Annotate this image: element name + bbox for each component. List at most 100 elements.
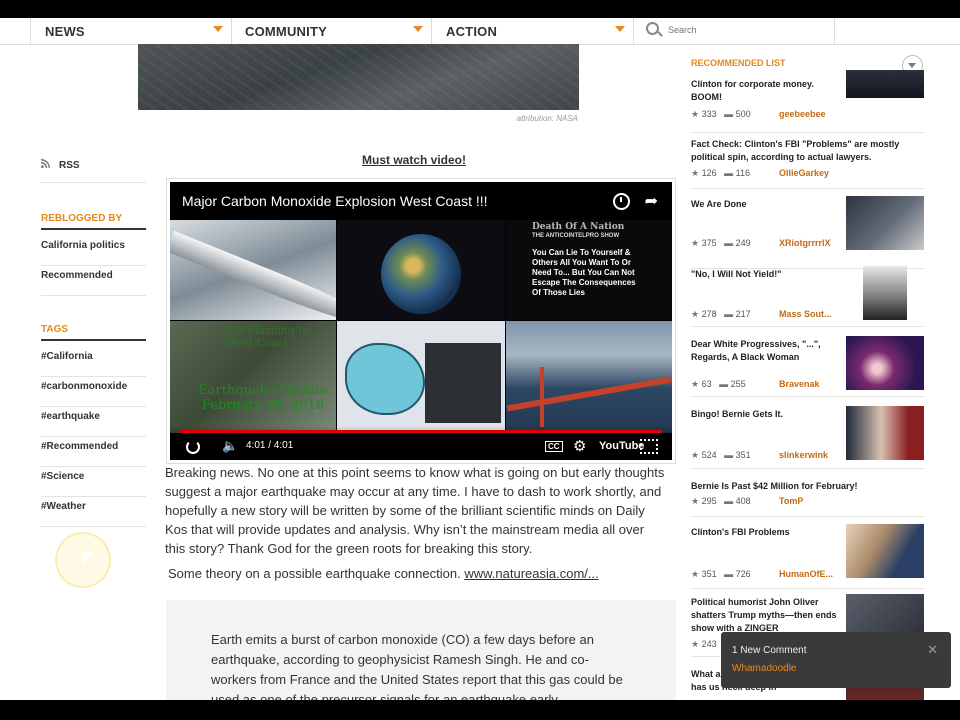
comment-count: 116 — [735, 168, 751, 178]
must-watch-link[interactable]: Must watch video! — [362, 153, 466, 167]
rec-author[interactable]: XRiotgrrrrlX — [779, 238, 831, 248]
rec-thumb — [863, 266, 907, 320]
blockquote: Earth emits a burst of carbon monoxide (… — [166, 600, 676, 700]
video-thumb-golden-gate — [506, 321, 672, 433]
comment-count: 500 — [735, 109, 751, 119]
rec-count: 243 — [701, 639, 717, 649]
image-attribution: attribution: NASA — [516, 114, 578, 123]
rec-count: 295 — [701, 496, 717, 506]
tag-link[interactable]: #Weather — [41, 496, 146, 527]
rec-title[interactable]: Fact Check: Clinton's FBI "Problems" are… — [691, 138, 921, 164]
rec-author[interactable]: geebeebee — [779, 109, 826, 119]
reblogged-item[interactable]: Recommended — [41, 265, 146, 296]
video-thumb-map — [337, 321, 505, 433]
close-icon[interactable]: ✕ — [927, 642, 938, 658]
youtube-logo[interactable]: YouTube — [599, 440, 644, 452]
video-title[interactable]: Major Carbon Monoxide Explosion West Coa… — [182, 193, 488, 209]
article-paragraph-source: Some theory on a possible earthquake con… — [168, 564, 668, 583]
tag-link[interactable]: #carbonmonoxide — [41, 376, 146, 407]
rec-count: 126 — [701, 168, 717, 178]
rec-count: 524 — [701, 450, 717, 460]
rec-author[interactable]: HumanOfE... — [779, 569, 833, 579]
source-link[interactable]: www.natureasia.com/... — [464, 566, 598, 581]
rec-author[interactable]: Bravenak — [779, 379, 820, 389]
volume-icon[interactable]: 🔈 — [222, 438, 238, 454]
rec-title[interactable]: Bernie Is Past $42 Million for February! — [691, 480, 921, 493]
rec-list-item[interactable]: Bernie Is Past $42 Million for February!… — [691, 478, 924, 517]
toast-author[interactable]: Whamadoodle — [732, 663, 796, 674]
comment-icon: ▬ — [719, 379, 729, 389]
video-embed[interactable]: Death Of A Nation THE ANTICOINTELPRO SHO… — [166, 178, 676, 464]
rec-list-item[interactable]: "No, I Will Not Yield!" ★ 278 ▬ 217 Mass… — [691, 266, 924, 327]
comment-count: 249 — [735, 238, 751, 248]
rss-icon — [40, 159, 50, 170]
video-thumb-death-of-a-nation: Death Of A Nation THE ANTICOINTELPRO SHO… — [506, 220, 672, 320]
tag-link[interactable]: #earthquake — [41, 406, 146, 437]
rec-list-item[interactable]: Clinton's FBI Problems ★ 351 ▬ 726 Human… — [691, 524, 924, 589]
chevron-down-icon — [413, 26, 423, 32]
comment-icon: ▬ — [724, 496, 734, 506]
search-icon[interactable] — [646, 22, 659, 35]
rec-author[interactable]: slinkerwink — [779, 450, 828, 460]
rec-list-item[interactable]: Bingo! Bernie Gets It. ★ 524 ▬ 351 slink… — [691, 406, 924, 469]
rec-count: 278 — [701, 309, 717, 319]
nav-action-label: ACTION — [446, 23, 498, 39]
rec-title[interactable]: "No, I Will Not Yield!" — [691, 268, 841, 281]
video-progress-bar[interactable] — [180, 430, 662, 433]
reblogged-item[interactable]: California politics — [41, 235, 146, 266]
top-nav: NEWS COMMUNITY ACTION — [0, 18, 960, 45]
star-icon: ★ — [691, 168, 700, 178]
gear-icon[interactable]: ⚙ — [573, 437, 586, 455]
nav-news[interactable]: NEWS — [30, 18, 232, 44]
rec-title[interactable]: Dear White Progressives, "...", Regards,… — [691, 338, 841, 364]
captions-icon[interactable]: CC — [545, 441, 563, 452]
rec-title[interactable]: We Are Done — [691, 198, 841, 211]
rec-title[interactable]: Political humorist John Oliver shatters … — [691, 596, 841, 635]
watch-later-icon[interactable] — [613, 193, 630, 210]
thumb-death-text: Death Of A Nation — [532, 222, 625, 232]
rec-list-item[interactable]: Fact Check: Clinton's FBI "Problems" are… — [691, 136, 924, 189]
quote-text: Earth emits a burst of carbon monoxide (… — [211, 632, 623, 700]
rec-title[interactable]: Clinton's FBI Problems — [691, 526, 841, 539]
tag-link[interactable]: #Recommended — [41, 436, 146, 467]
fullscreen-icon[interactable] — [640, 439, 658, 454]
comment-count: 408 — [735, 496, 751, 506]
nav-action[interactable]: ACTION — [432, 18, 634, 44]
rec-list-item[interactable]: We Are Done ★ 375 ▬ 249 XRiotgrrrrlX — [691, 196, 924, 269]
comment-icon: ▬ — [724, 309, 734, 319]
tag-link[interactable]: #Science — [41, 466, 146, 497]
reblogged-heading: REBLOGGED BY — [41, 213, 146, 230]
search-input[interactable] — [666, 21, 830, 39]
comment-icon: ▬ — [724, 450, 734, 460]
replay-icon[interactable] — [186, 440, 200, 454]
share-icon[interactable]: ➦ — [645, 191, 658, 211]
rec-title[interactable]: Bingo! Bernie Gets It. — [691, 408, 841, 421]
video-controls: 🔈 4:01 / 4:01 CC ⚙ YouTube — [170, 426, 672, 460]
rec-list-item[interactable]: Dear White Progressives, "...", Regards,… — [691, 336, 924, 397]
rec-author[interactable]: Mass Sout... — [779, 309, 832, 319]
comment-count: 255 — [730, 379, 746, 389]
source-prefix: Some theory on a possible earthquake con… — [168, 566, 461, 581]
rss-link[interactable]: RSS — [40, 158, 146, 183]
rec-thumb — [846, 196, 924, 250]
star-icon: ★ — [691, 309, 700, 319]
comment-count: 351 — [735, 450, 751, 460]
nav-community[interactable]: COMMUNITY — [231, 18, 432, 44]
rec-thumb — [846, 336, 924, 390]
new-comment-toast[interactable]: 1 New Comment Whamadoodle ✕ — [721, 632, 951, 688]
rec-thumb — [846, 70, 924, 98]
rec-title[interactable]: Clinton for corporate money. BOOM! — [691, 78, 841, 104]
article-paragraph: Breaking news. No one at this point seem… — [165, 465, 665, 556]
thumb-co-text: CO Flashing in West Coast — [226, 324, 310, 349]
thumb-show-text: THE ANTICOINTELPRO SHOW — [532, 233, 620, 239]
rec-list-item[interactable]: Clinton for corporate money. BOOM! ★ 333… — [691, 70, 924, 133]
rec-author[interactable]: TomP — [779, 496, 803, 506]
mouse-cursor-icon — [82, 551, 93, 567]
star-icon: ★ — [691, 109, 700, 119]
nav-news-label: NEWS — [45, 23, 85, 39]
video-player[interactable]: Death Of A Nation THE ANTICOINTELPRO SHO… — [170, 182, 672, 460]
rec-author[interactable]: OllieGarkey — [779, 168, 829, 178]
comment-icon: ▬ — [724, 109, 734, 119]
rec-thumb — [846, 524, 924, 578]
tag-link[interactable]: #California — [41, 346, 146, 377]
